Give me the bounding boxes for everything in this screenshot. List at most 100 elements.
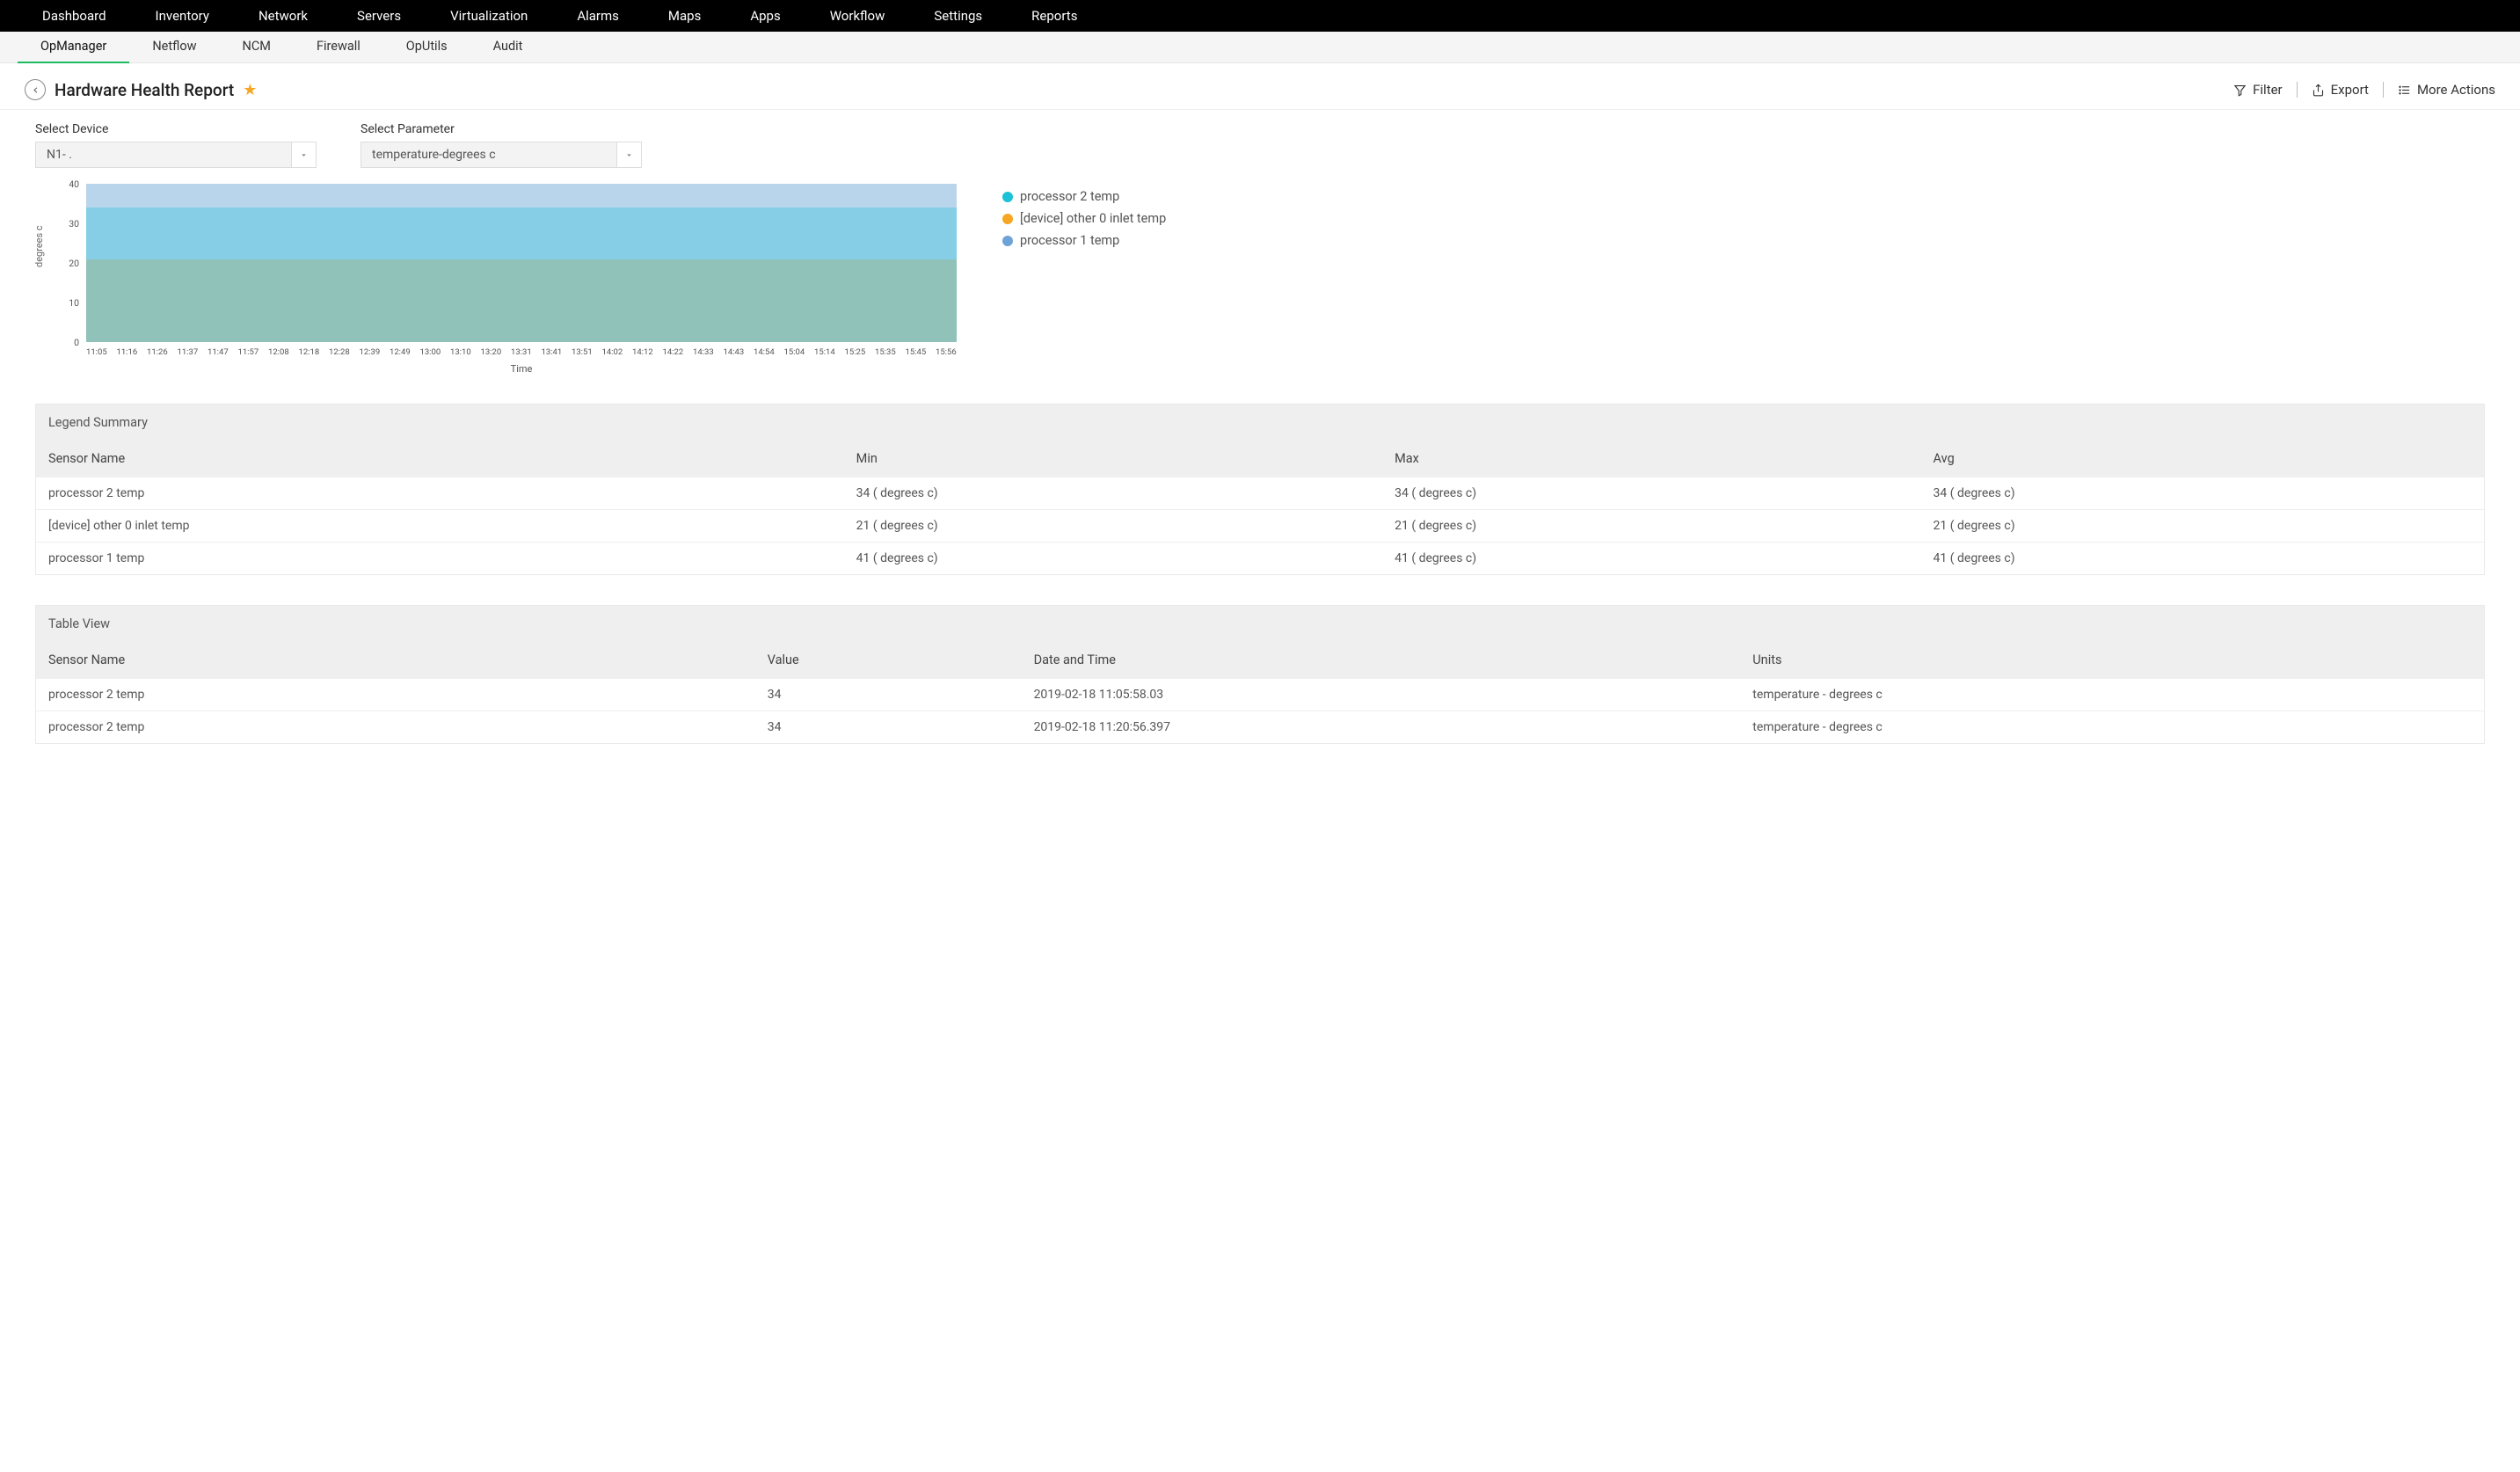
column-header: Date and Time [1034,652,1753,667]
cell: processor 1 temp [48,551,856,565]
subnav-item[interactable]: OpManager [18,32,129,63]
header-actions: Filter Export More Actions [2233,82,2495,98]
cell: 41 ( degrees c) [856,551,1395,565]
x-tick: 15:14 [814,347,835,357]
topnav-item[interactable]: Alarms [552,8,644,24]
topnav-item[interactable]: Servers [332,8,426,24]
legend-item[interactable]: processor 1 temp [1002,233,1166,248]
legend-item[interactable]: processor 2 temp [1002,189,1166,204]
topnav-item[interactable]: Reports [1007,8,1102,24]
export-action[interactable]: Export [2312,82,2369,98]
device-selector[interactable]: N1- . [35,142,317,168]
x-tick: 12:49 [390,347,411,357]
legend-summary-panel: Legend Summary Sensor NameMinMaxAvg proc… [35,404,2485,575]
x-tick: 11:26 [147,347,168,357]
chevron-down-icon [625,151,633,159]
y-axis-label: degrees c [33,225,45,267]
y-tick: 40 [56,179,79,190]
cell: 41 ( degrees c) [1934,551,2472,565]
y-tick: 0 [56,337,79,348]
column-header: Sensor Name [48,652,768,667]
selectors-row: Select Device N1- . Select Parameter tem… [35,122,2485,168]
column-header: Units [1752,652,2472,667]
parameter-label: Select Parameter [361,122,642,136]
filter-icon [2233,84,2247,97]
x-tick: 15:45 [906,347,927,357]
legend-summary-header: Sensor NameMinMaxAvg [36,441,2484,477]
legend-dot-icon [1002,192,1013,202]
x-tick: 14:43 [724,347,745,357]
subnav-item[interactable]: Audit [470,32,546,63]
x-tick: 14:54 [754,347,775,357]
x-tick: 12:28 [329,347,350,357]
table-row: processor 1 temp41 ( degrees c)41 ( degr… [36,542,2484,574]
column-header: Max [1395,451,1933,466]
x-tick: 15:35 [875,347,896,357]
filter-action[interactable]: Filter [2233,82,2283,98]
table-view-title: Table View [36,606,2484,642]
divider [2297,82,2298,98]
cell: processor 2 temp [48,688,768,702]
x-tick: 13:41 [542,347,563,357]
table-view-header: Sensor NameValueDate and TimeUnits [36,642,2484,678]
topnav-item[interactable]: Settings [909,8,1007,24]
export-label: Export [2331,82,2369,98]
page-header: Hardware Health Report ★ Filter Export M… [0,63,2520,110]
y-tick: 10 [56,297,79,309]
filter-label: Filter [2253,82,2283,98]
legend-label: processor 1 temp [1020,233,1119,248]
device-value: N1- . [36,142,291,167]
topnav-item[interactable]: Virtualization [426,8,552,24]
cell: temperature - degrees c [1752,720,2472,734]
chart-series-area [86,259,957,343]
subnav-item[interactable]: Netflow [129,32,219,63]
legend-label: [device] other 0 inlet temp [1020,211,1166,226]
cell: 21 ( degrees c) [856,519,1395,533]
subnav-item[interactable]: NCM [220,32,294,63]
x-tick: 13:51 [572,347,593,357]
back-button[interactable] [25,79,46,100]
cell: temperature - degrees c [1752,688,2472,702]
y-tick: 20 [56,258,79,269]
legend-label: processor 2 temp [1020,189,1119,204]
table-row: processor 2 temp342019-02-18 11:20:56.39… [36,710,2484,743]
cell: 34 [768,688,1034,702]
column-header: Avg [1934,451,2472,466]
parameter-dropdown-button[interactable] [616,142,641,167]
more-actions[interactable]: More Actions [2398,82,2495,98]
x-tick: 12:18 [299,347,320,357]
y-axis: 010203040 [56,184,83,342]
divider [2383,82,2384,98]
page-title: Hardware Health Report [55,80,234,100]
device-label: Select Device [35,122,317,136]
topnav: DashboardInventoryNetworkServersVirtuali… [0,0,2520,32]
legend-dot-icon [1002,236,1013,246]
cell: processor 2 temp [48,486,856,500]
topnav-item[interactable]: Maps [644,8,725,24]
cell: 34 ( degrees c) [856,486,1395,500]
device-dropdown-button[interactable] [291,142,316,167]
favorite-star-icon[interactable]: ★ [243,81,257,99]
topnav-item[interactable]: Inventory [131,8,234,24]
legend-item[interactable]: [device] other 0 inlet temp [1002,211,1166,226]
cell: processor 2 temp [48,720,768,734]
x-tick: 14:33 [693,347,714,357]
content: Select Device N1- . Select Parameter tem… [0,110,2520,770]
subnav-item[interactable]: OpUtils [383,32,470,63]
topnav-item[interactable]: Apps [725,8,805,24]
y-tick: 30 [56,218,79,230]
topnav-item[interactable]: Network [234,8,332,24]
chevron-down-icon [300,151,308,159]
parameter-selector[interactable]: temperature-degrees c [361,142,642,168]
subnav: OpManagerNetflowNCMFirewallOpUtilsAudit [0,32,2520,63]
x-tick: 15:25 [845,347,866,357]
x-tick: 12:39 [360,347,381,357]
x-tick: 11:37 [178,347,199,357]
x-tick: 13:20 [481,347,502,357]
topnav-item[interactable]: Workflow [805,8,910,24]
cell: 34 [768,720,1034,734]
subnav-item[interactable]: Firewall [294,32,383,63]
cell: 34 ( degrees c) [1934,486,2472,500]
x-tick: 14:02 [602,347,623,357]
topnav-item[interactable]: Dashboard [18,8,131,24]
